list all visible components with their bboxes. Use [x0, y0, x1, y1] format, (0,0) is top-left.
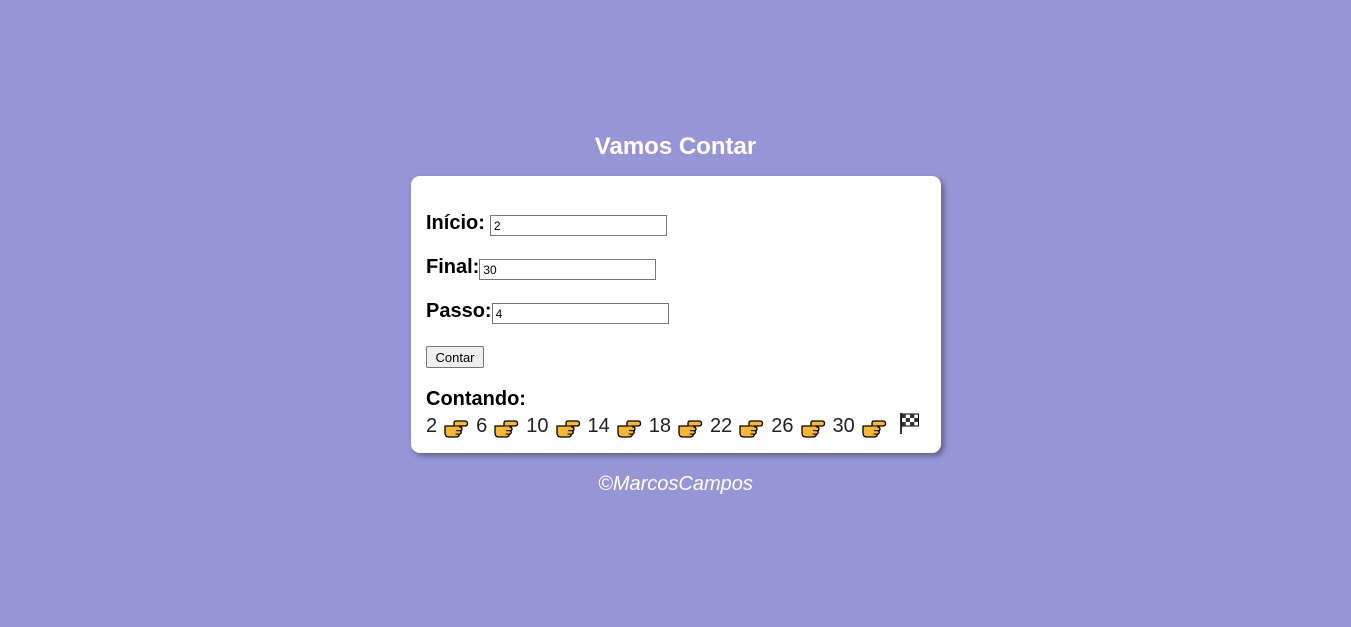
pointing-right-hand-icon [555, 417, 581, 439]
result-label: Contando: [426, 388, 526, 410]
count-number: 2 [426, 415, 438, 437]
footer-credit: ©MarcosCampos [598, 473, 753, 495]
inicio-label: Início: [426, 212, 485, 234]
pointing-right-hand-icon [861, 417, 887, 439]
count-number: 26 [771, 415, 794, 437]
page-title: Vamos Contar [594, 133, 757, 160]
passo-label: Passo: [426, 300, 492, 322]
pointing-right-hand-icon [493, 417, 519, 439]
pointing-right-hand-icon [677, 417, 703, 439]
count-number: 30 [832, 415, 855, 437]
count-number: 14 [587, 415, 610, 437]
inicio-input[interactable] [489, 214, 667, 236]
final-input[interactable] [479, 258, 657, 280]
final-field-row: Final: [426, 255, 657, 280]
pointing-right-hand-icon [443, 417, 469, 439]
count-number: 6 [476, 415, 488, 437]
passo-field-row: Passo: [426, 299, 669, 324]
final-label: Final: [426, 256, 480, 278]
count-number: 18 [648, 415, 671, 437]
contar-button[interactable]: Contar [426, 346, 484, 368]
count-number: 22 [710, 415, 733, 437]
pointing-right-hand-icon [616, 417, 642, 439]
pointing-right-hand-icon [738, 417, 764, 439]
pointing-right-hand-icon [800, 417, 826, 439]
inicio-field-row: Início: [426, 211, 667, 236]
count-number: 10 [526, 415, 549, 437]
counter-card: Início: Final: Passo: Contar Contando: 2… [411, 176, 941, 453]
checkered-flag-icon [898, 411, 922, 435]
count-result: 2 6 10 14 18 22 26 30 [426, 412, 922, 440]
passo-input[interactable] [491, 302, 669, 324]
